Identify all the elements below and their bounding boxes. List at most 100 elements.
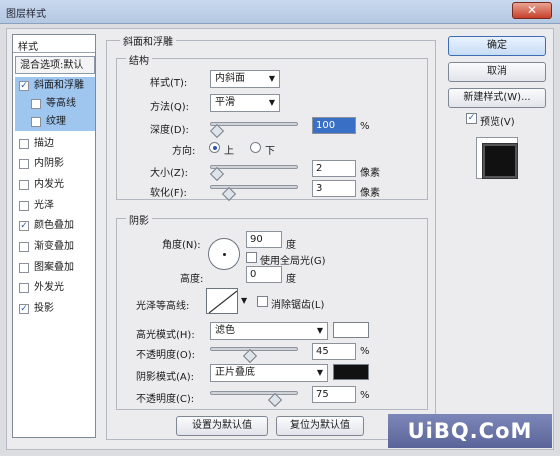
- style-item-inner-shadow[interactable]: 内阴影: [15, 155, 95, 173]
- highlight-mode-select[interactable]: 滤色 ▼: [210, 322, 328, 340]
- style-checkbox-color-overlay[interactable]: ✓: [19, 221, 29, 231]
- style-checkbox-texture[interactable]: [31, 117, 41, 127]
- style-item-pattern-overlay[interactable]: 图案叠加: [15, 259, 95, 277]
- angle-unit: 度: [286, 240, 296, 251]
- shadow-opacity-unit: %: [360, 390, 370, 401]
- highlight-mode-value: 滤色: [215, 325, 235, 336]
- style-label-stroke: 描边: [34, 138, 54, 149]
- style-checkbox-inner-glow[interactable]: [19, 180, 29, 190]
- site-watermark: UiBQ.CoM: [388, 414, 552, 448]
- depth-unit: %: [360, 121, 370, 132]
- style-preview-thumbnail: [476, 137, 518, 179]
- make-default-button[interactable]: 设置为默认值: [176, 416, 268, 436]
- highlight-opacity-unit: %: [360, 346, 370, 357]
- style-label-texture: 纹理: [46, 116, 66, 127]
- close-icon[interactable]: ✕: [512, 2, 552, 19]
- highlight-color-swatch[interactable]: [333, 322, 369, 338]
- bevel-emboss-title: 斜面和浮雕: [120, 33, 176, 48]
- direction-up-label: 上: [224, 146, 234, 157]
- style-checkbox-gradient-overlay[interactable]: [19, 242, 29, 252]
- reset-default-button[interactable]: 复位为默认值: [276, 416, 364, 436]
- direction-down-radio[interactable]: [250, 142, 261, 153]
- ok-button[interactable]: 确定: [448, 36, 546, 56]
- style-checkbox-drop-shadow[interactable]: ✓: [19, 304, 29, 314]
- style-item-gradient-overlay[interactable]: 渐变叠加: [15, 238, 95, 256]
- style-select[interactable]: 内斜面 ▼: [210, 70, 280, 88]
- style-checkbox-pattern-overlay[interactable]: [19, 263, 29, 273]
- highlight-opacity-input[interactable]: 45: [312, 343, 356, 360]
- style-item-satin[interactable]: 光泽: [15, 197, 95, 215]
- style-checkbox-inner-shadow[interactable]: [19, 159, 29, 169]
- contour-dropdown-icon[interactable]: ▼: [241, 296, 247, 305]
- style-label-color-overlay: 颜色叠加: [34, 220, 74, 231]
- direction-down-label: 下: [265, 146, 275, 157]
- altitude-input[interactable]: 0: [246, 266, 282, 283]
- direction-label: 方向:: [172, 146, 196, 157]
- style-item-drop-shadow[interactable]: ✓ 投影: [15, 300, 95, 318]
- cancel-button[interactable]: 取消: [448, 62, 546, 82]
- angle-label: 角度(N):: [162, 240, 201, 251]
- shadow-mode-select[interactable]: 正片叠底 ▼: [210, 364, 328, 382]
- style-item-stroke[interactable]: 描边: [15, 135, 95, 153]
- style-item-outer-glow[interactable]: 外发光: [15, 279, 95, 297]
- chevron-down-icon: ▼: [316, 368, 323, 377]
- window-title: 图层样式: [6, 9, 46, 20]
- gloss-contour-picker[interactable]: [206, 288, 238, 314]
- angle-input[interactable]: 90: [246, 231, 282, 248]
- new-style-button[interactable]: 新建样式(W)...: [448, 88, 546, 108]
- preview-checkbox[interactable]: ✓: [466, 113, 477, 124]
- style-label-gradient-overlay: 渐变叠加: [34, 241, 74, 252]
- angle-dial[interactable]: [208, 238, 240, 270]
- style-item-contour[interactable]: 等高线: [15, 95, 95, 113]
- antialias-checkbox[interactable]: [257, 296, 268, 307]
- antialias-label: 消除锯齿(L): [271, 300, 325, 311]
- style-label-contour: 等高线: [46, 98, 76, 109]
- chevron-down-icon: ▼: [268, 74, 275, 83]
- depth-input[interactable]: 100: [312, 117, 356, 134]
- direction-up-radio[interactable]: [209, 142, 220, 153]
- style-label-drop-shadow: 投影: [34, 303, 54, 314]
- highlight-opacity-track[interactable]: [210, 347, 298, 351]
- shadow-opacity-label: 不透明度(C):: [136, 394, 195, 405]
- style-label: 样式(T):: [150, 78, 188, 89]
- style-item-color-overlay[interactable]: ✓ 颜色叠加: [15, 217, 95, 235]
- shadow-opacity-input[interactable]: 75: [312, 386, 356, 403]
- title-bar: 图层样式 ✕: [0, 0, 560, 24]
- style-checkbox-outer-glow[interactable]: [19, 283, 29, 293]
- shadow-mode-label: 阴影模式(A):: [136, 372, 195, 383]
- blending-options-label: 混合选项:默认: [20, 60, 84, 71]
- size-slider-track[interactable]: [210, 165, 298, 169]
- style-select-value: 内斜面: [215, 73, 245, 84]
- size-unit: 像素: [360, 168, 380, 179]
- style-label-inner-glow: 内发光: [34, 179, 64, 190]
- preview-label: 预览(V): [480, 117, 515, 128]
- style-item-texture[interactable]: 纹理: [15, 113, 95, 131]
- highlight-mode-label: 高光模式(H):: [136, 330, 195, 341]
- style-checkbox-stroke[interactable]: [19, 139, 29, 149]
- global-light-checkbox[interactable]: [246, 252, 257, 263]
- size-label: 大小(Z):: [150, 168, 189, 179]
- depth-slider-track[interactable]: [210, 122, 298, 126]
- technique-select[interactable]: 平滑 ▼: [210, 94, 280, 112]
- soften-slider-track[interactable]: [210, 185, 298, 189]
- shadow-mode-value: 正片叠底: [215, 367, 255, 378]
- style-label-bevel: 斜面和浮雕: [34, 80, 84, 91]
- gloss-contour-label: 光泽等高线:: [136, 301, 190, 312]
- structure-title: 结构: [126, 52, 152, 67]
- chevron-down-icon: ▼: [268, 98, 275, 107]
- style-label-pattern-overlay: 图案叠加: [34, 262, 74, 273]
- shadow-color-swatch[interactable]: [333, 364, 369, 380]
- global-light-label: 使用全局光(G): [260, 256, 326, 267]
- style-item-bevel[interactable]: ✓ 斜面和浮雕: [15, 77, 95, 95]
- style-checkbox-satin[interactable]: [19, 201, 29, 211]
- soften-input[interactable]: 3: [312, 180, 356, 197]
- size-input[interactable]: 2: [312, 160, 356, 177]
- blending-options-item[interactable]: 混合选项:默认: [15, 56, 95, 74]
- altitude-label: 高度:: [180, 274, 204, 285]
- style-label-outer-glow: 外发光: [34, 282, 64, 293]
- style-checkbox-contour[interactable]: [31, 99, 41, 109]
- style-item-inner-glow[interactable]: 内发光: [15, 176, 95, 194]
- shadow-opacity-track[interactable]: [210, 391, 298, 395]
- contour-curve-icon: [208, 290, 237, 313]
- style-checkbox-bevel[interactable]: ✓: [19, 81, 29, 91]
